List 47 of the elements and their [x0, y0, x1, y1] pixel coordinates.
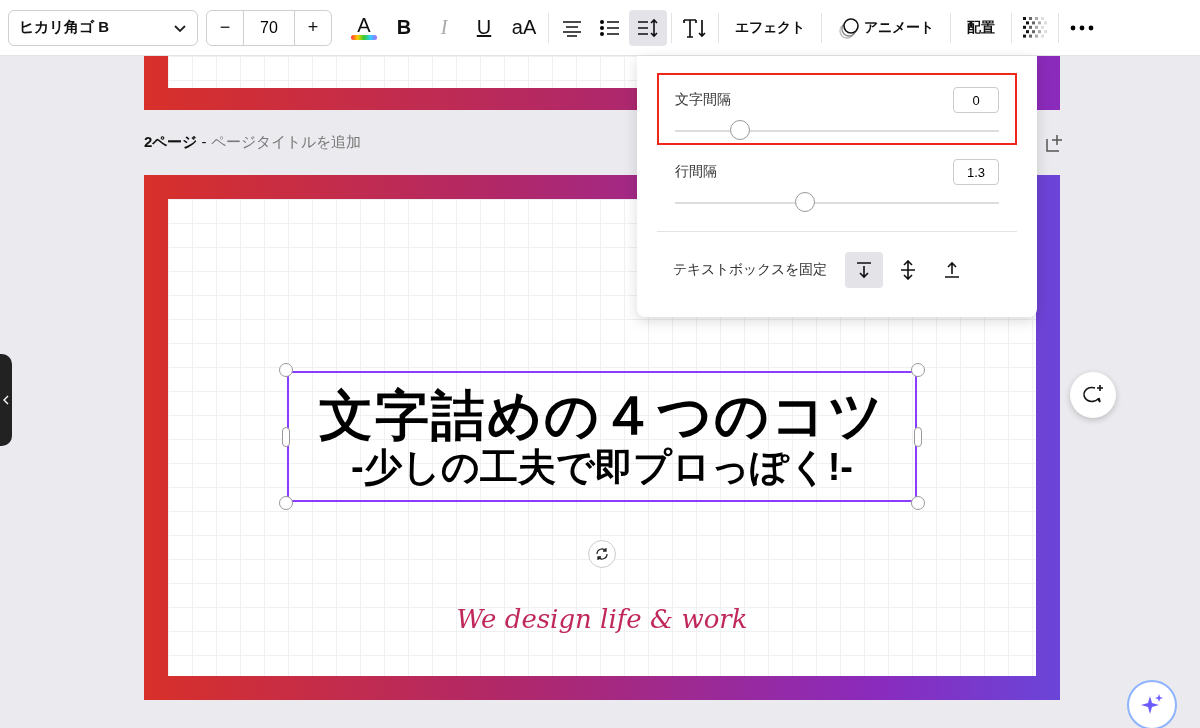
rotate-handle[interactable] — [588, 540, 616, 568]
resize-handle[interactable] — [279, 496, 293, 510]
value-field[interactable]: 1.3 — [953, 159, 999, 185]
bold-button[interactable]: B — [386, 9, 422, 46]
resize-handle[interactable] — [279, 363, 293, 377]
chevron-left-icon — [3, 395, 9, 405]
rotate-icon — [595, 547, 609, 561]
underline-button[interactable]: U — [466, 9, 502, 46]
value-field[interactable]: 0 — [953, 87, 999, 113]
text-color-button[interactable]: A — [346, 9, 382, 46]
side-handle[interactable] — [914, 427, 922, 447]
bullet-list-icon — [599, 17, 621, 38]
magic-assistant-button[interactable] — [1127, 680, 1177, 728]
double-arrow-icon — [899, 260, 917, 280]
slider-label: 行間隔 — [675, 163, 717, 181]
increase-button[interactable]: + — [295, 10, 331, 45]
decrease-button[interactable]: − — [207, 10, 243, 45]
slider-thumb[interactable] — [794, 192, 815, 212]
anchor-top-button[interactable] — [845, 252, 883, 288]
slider-label: 文字間隔 — [675, 91, 731, 109]
animate-button[interactable]: アニメート — [828, 9, 944, 46]
add-page-icon[interactable] — [1046, 133, 1064, 152]
add-comment-button[interactable] — [1070, 372, 1116, 418]
collapse-panel-tab[interactable] — [0, 354, 12, 446]
vertical-text-icon — [682, 16, 708, 39]
letter-case-button[interactable]: aA — [506, 9, 542, 46]
resize-handle[interactable] — [911, 496, 925, 510]
font-dropdown[interactable]: ヒカリ角ゴ B — [8, 9, 198, 46]
font-size-stepper[interactable]: − 70 + — [206, 9, 332, 46]
resize-handle[interactable] — [911, 363, 925, 377]
more-icon — [1070, 24, 1094, 31]
spacing-button[interactable] — [629, 9, 667, 46]
page-title[interactable]: 2ページ - ページタイトルを追加 — [144, 133, 361, 152]
line-spacing-icon — [636, 17, 660, 38]
tagline-text: We design life & work — [456, 604, 748, 634]
checkerboard-icon — [1023, 16, 1047, 39]
selected-text-box[interactable]: 文字詰めの４つのコツ -少しの工夫で即プロっぽく!- — [287, 371, 917, 502]
circles-icon — [838, 16, 860, 39]
arrow-up-from-line-icon — [943, 261, 961, 279]
anchor-label: テキストボックスを固定 — [673, 261, 827, 279]
arrow-down-to-line-icon — [855, 261, 873, 279]
position-button[interactable]: 配置 — [957, 9, 1005, 46]
slider-thumb[interactable] — [729, 120, 750, 140]
heading-text: 文字詰めの４つのコツ — [319, 383, 885, 446]
effects-button[interactable]: エフェクト — [725, 9, 815, 46]
subheading-text: -少しの工夫で即プロっぽく!- — [351, 445, 853, 490]
side-handle[interactable] — [282, 427, 290, 447]
